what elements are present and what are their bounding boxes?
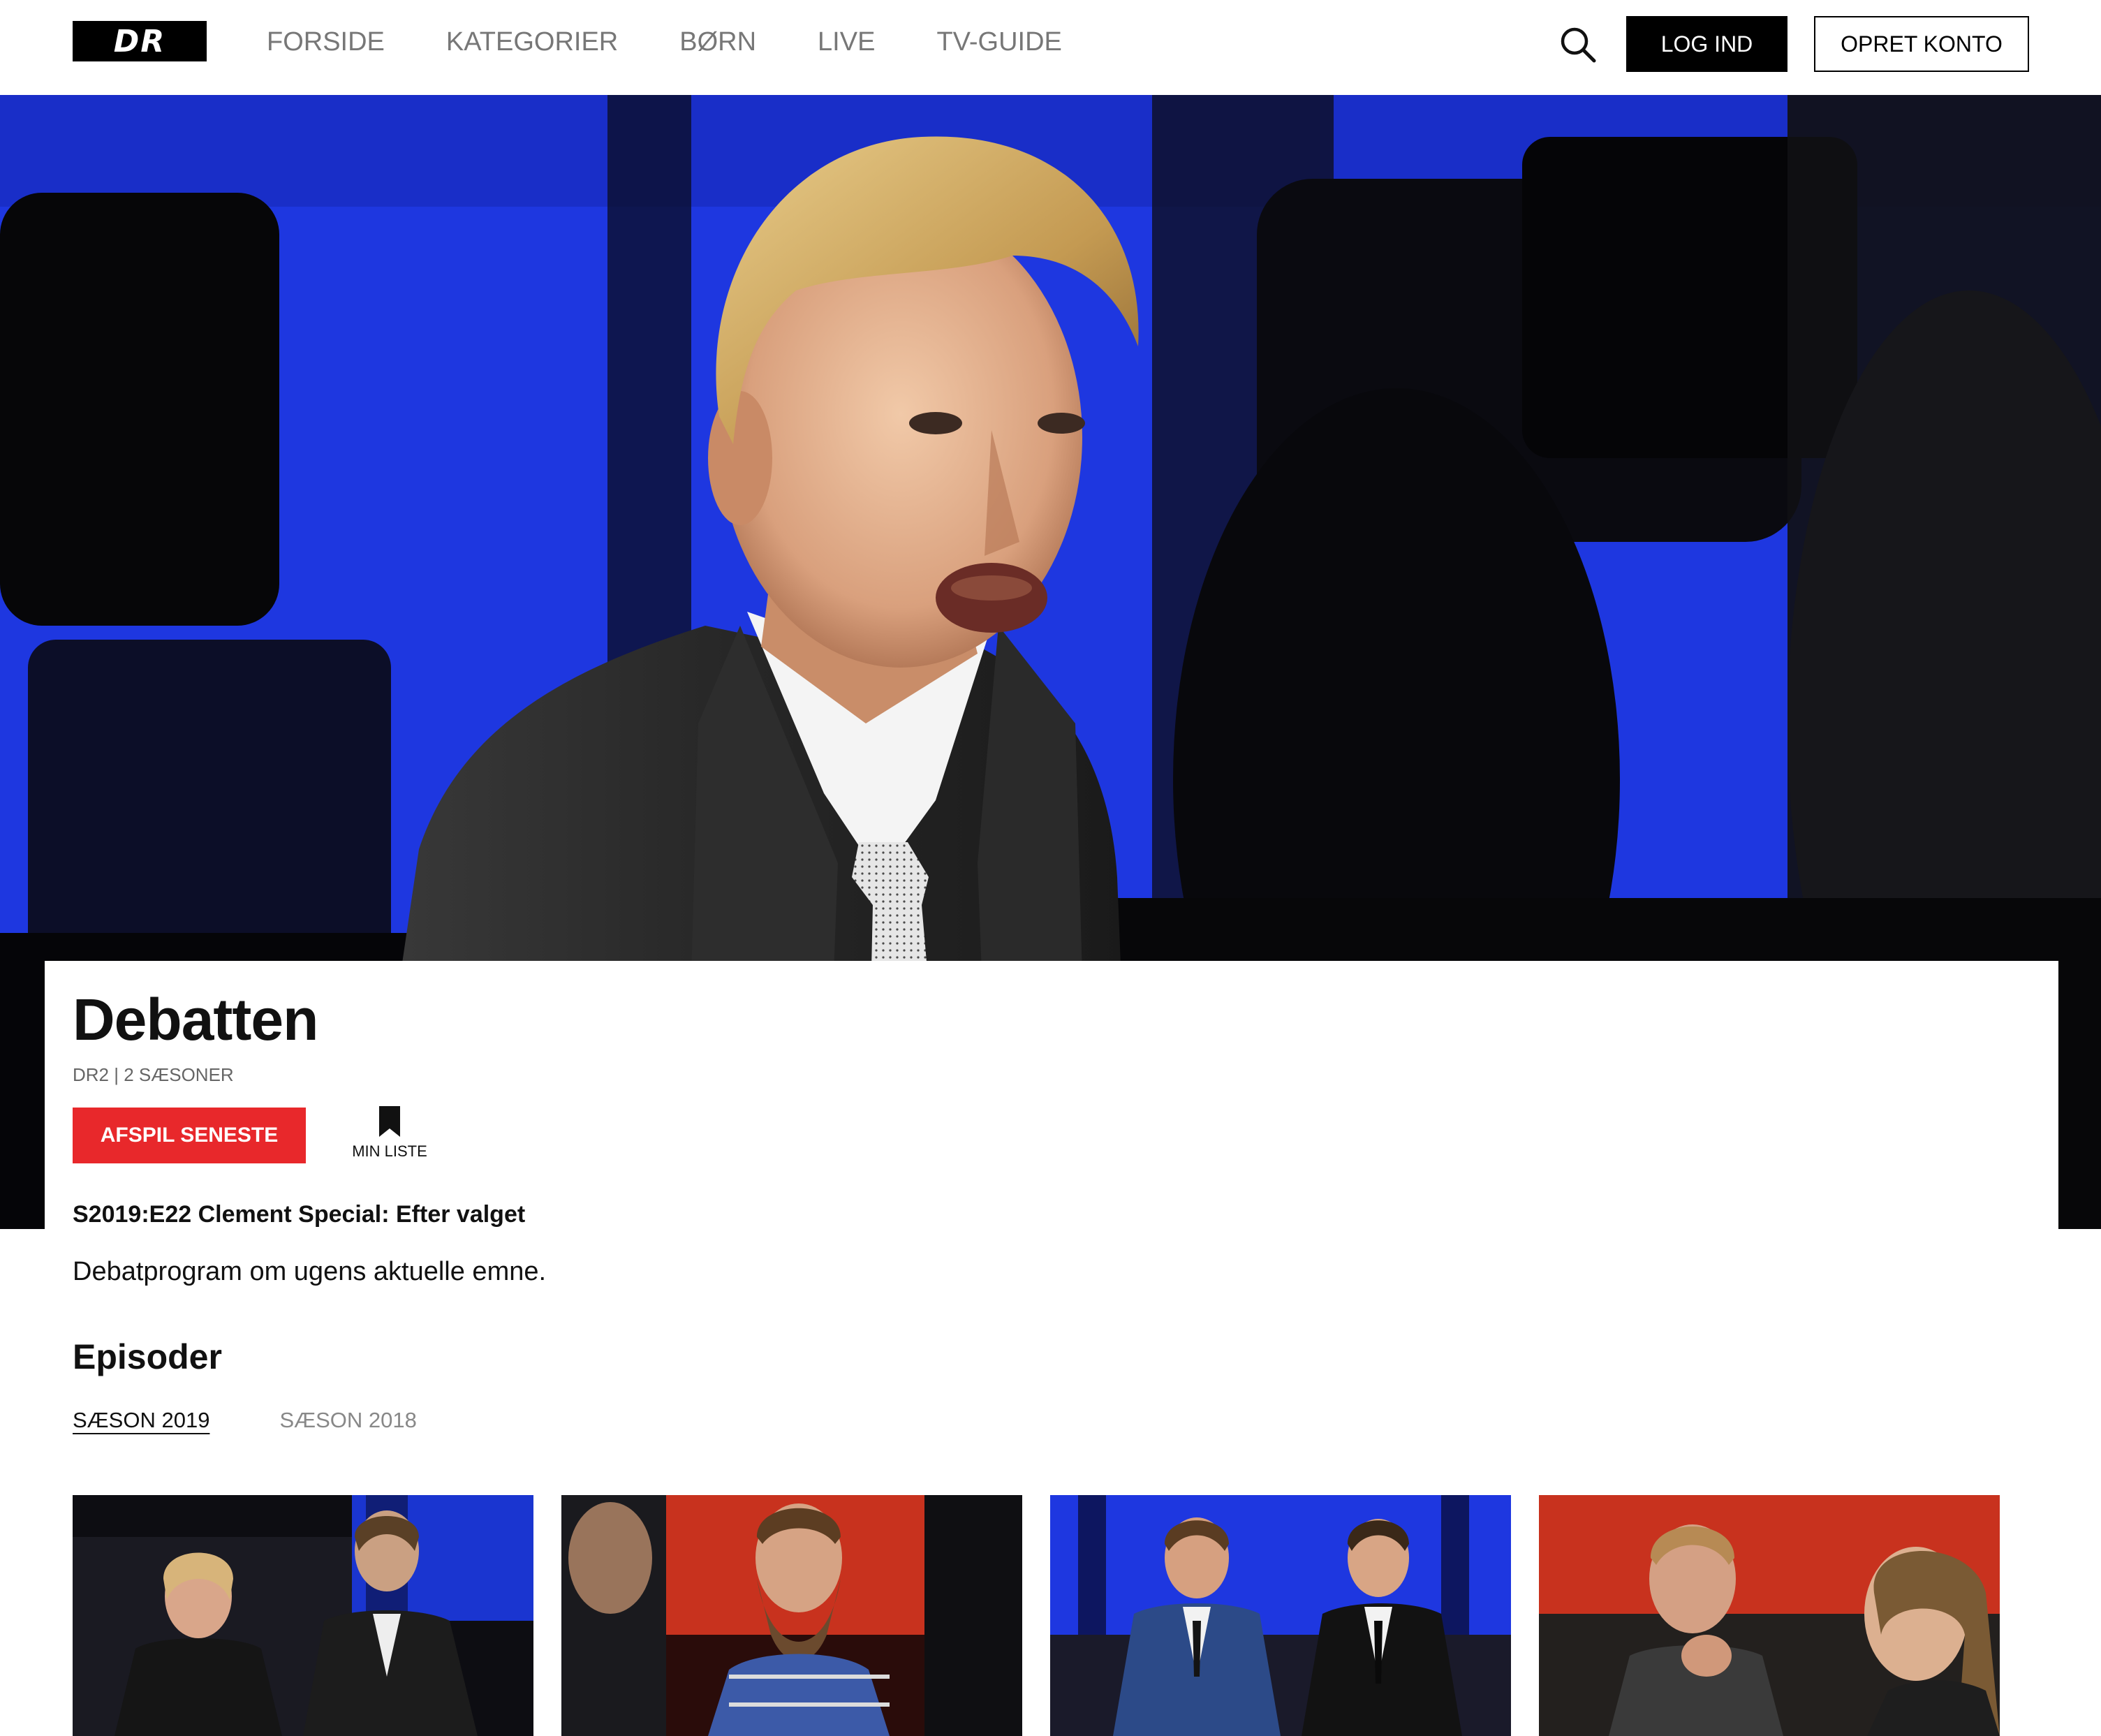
logo-text: DR — [113, 23, 166, 59]
bookmark-icon — [379, 1106, 400, 1137]
create-account-button[interactable]: OPRET KONTO — [1814, 16, 2029, 72]
show-description: Debatprogram om ugens aktuelle emne. — [73, 1257, 547, 1286]
show-meta: DR2 | 2 SÆSONER — [73, 1064, 234, 1085]
nav-item-kategorier[interactable]: KATEGORIER — [446, 27, 618, 57]
search-icon[interactable] — [1558, 25, 1598, 64]
episodes-heading: Episoder — [73, 1337, 222, 1376]
show-info-card — [45, 961, 2058, 1229]
nav-item-tv-guide[interactable]: TV-GUIDE — [936, 27, 1061, 57]
episode-thumbnail[interactable] — [1050, 1495, 1511, 1736]
season-tabs: SÆSON 2019 SÆSON 2018 — [73, 1408, 487, 1437]
my-list-button[interactable]: MIN LISTE — [348, 1106, 432, 1169]
tab-season-2019[interactable]: SÆSON 2019 — [73, 1408, 209, 1437]
dr-logo[interactable]: DR — [73, 21, 207, 61]
nav-item-born[interactable]: BØRN — [679, 27, 756, 57]
main-nav: FORSIDE KATEGORIER BØRN LIVE TV-GUIDE — [267, 21, 1123, 63]
episode-list — [73, 1495, 2028, 1736]
nav-item-live[interactable]: LIVE — [818, 27, 875, 57]
episode-thumbnail[interactable] — [1539, 1495, 2000, 1736]
login-button[interactable]: LOG IND — [1626, 16, 1787, 72]
episode-thumbnail[interactable] — [561, 1495, 1022, 1736]
top-navigation-bar: DR FORSIDE KATEGORIER BØRN LIVE TV-GUIDE… — [0, 0, 2101, 95]
show-title: Debatten — [73, 987, 318, 1052]
nav-item-forside[interactable]: FORSIDE — [267, 27, 385, 57]
my-list-label: MIN LISTE — [352, 1142, 427, 1160]
episode-thumbnail[interactable] — [73, 1495, 533, 1736]
play-latest-button[interactable]: AFSPIL SENESTE — [73, 1108, 306, 1163]
tab-season-2018[interactable]: SÆSON 2018 — [279, 1408, 416, 1437]
latest-episode-title: S2019:E22 Clement Special: Efter valget — [73, 1201, 526, 1228]
